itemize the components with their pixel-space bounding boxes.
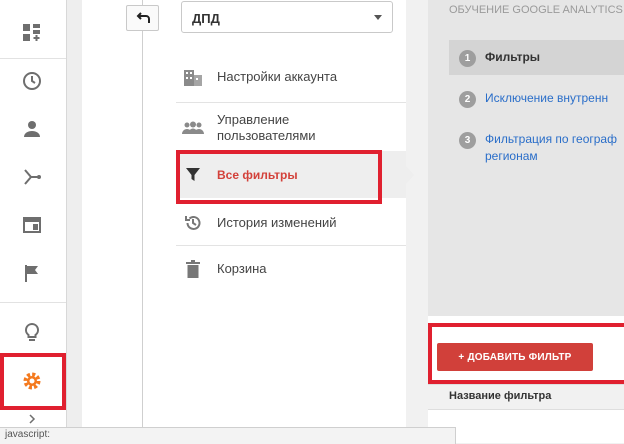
training-step-2[interactable]: 2 Исключение внутренн (449, 90, 624, 110)
account-select[interactable]: ДПД (181, 1, 393, 33)
step-link: Исключение внутренн (485, 91, 609, 105)
person-icon[interactable] (17, 114, 47, 144)
gutter (67, 0, 82, 443)
step-link-line2: регионам (485, 149, 538, 163)
chevron-right-icon[interactable] (17, 412, 47, 426)
status-text: javascript: (5, 429, 51, 440)
lightbulb-icon[interactable] (17, 317, 47, 347)
menu-label: Настройки аккаунта (217, 69, 338, 84)
selected-pointer (406, 166, 414, 184)
flag-icon[interactable] (17, 258, 47, 288)
dashboard-add-icon[interactable] (17, 18, 47, 48)
chevron-down-icon (374, 15, 382, 20)
highlight-add-filter (428, 323, 624, 384)
menu-change-history[interactable]: История изменений (176, 211, 406, 235)
training-step-3[interactable]: 3 Фильтрация по географ регионам (449, 131, 624, 165)
building-icon (182, 66, 204, 88)
clock-icon[interactable] (17, 66, 47, 96)
training-step-1[interactable]: 1 Фильтры (449, 40, 624, 75)
menu-label: Корзина (217, 261, 267, 276)
menu-user-management[interactable]: Управление пользователями (176, 111, 406, 145)
status-bar: javascript: (0, 427, 456, 444)
acquisition-icon[interactable] (17, 162, 47, 192)
menu-account-settings[interactable]: Настройки аккаунта (176, 65, 406, 89)
people-icon (182, 117, 204, 139)
column-header-filter-name[interactable]: Название фильтра (449, 390, 551, 402)
back-button[interactable] (126, 5, 159, 31)
history-icon (182, 212, 204, 234)
menu-label: Управление пользователями (217, 112, 316, 143)
step-number: 3 (459, 132, 476, 149)
step-number: 1 (459, 49, 476, 67)
step-label: Фильтры (485, 50, 541, 64)
content-icon[interactable] (17, 210, 47, 240)
trash-icon (182, 258, 204, 280)
training-title: ОБУЧЕНИЕ GOOGLE ANALYTICS (449, 4, 623, 16)
highlight-settings (0, 353, 66, 410)
step-link: Фильтрация по географ регионам (485, 131, 617, 165)
menu-trash[interactable]: Корзина (176, 257, 406, 281)
account-select-value: ДПД (192, 11, 220, 26)
column-divider (142, 0, 143, 443)
step-link-line1: Фильтрация по географ (485, 132, 617, 146)
highlight-all-filters (176, 150, 382, 204)
table-header: Название фильтра (428, 384, 624, 410)
step-number: 2 (459, 91, 476, 108)
back-arrow-icon (136, 12, 150, 23)
menu-label: История изменений (217, 215, 337, 230)
